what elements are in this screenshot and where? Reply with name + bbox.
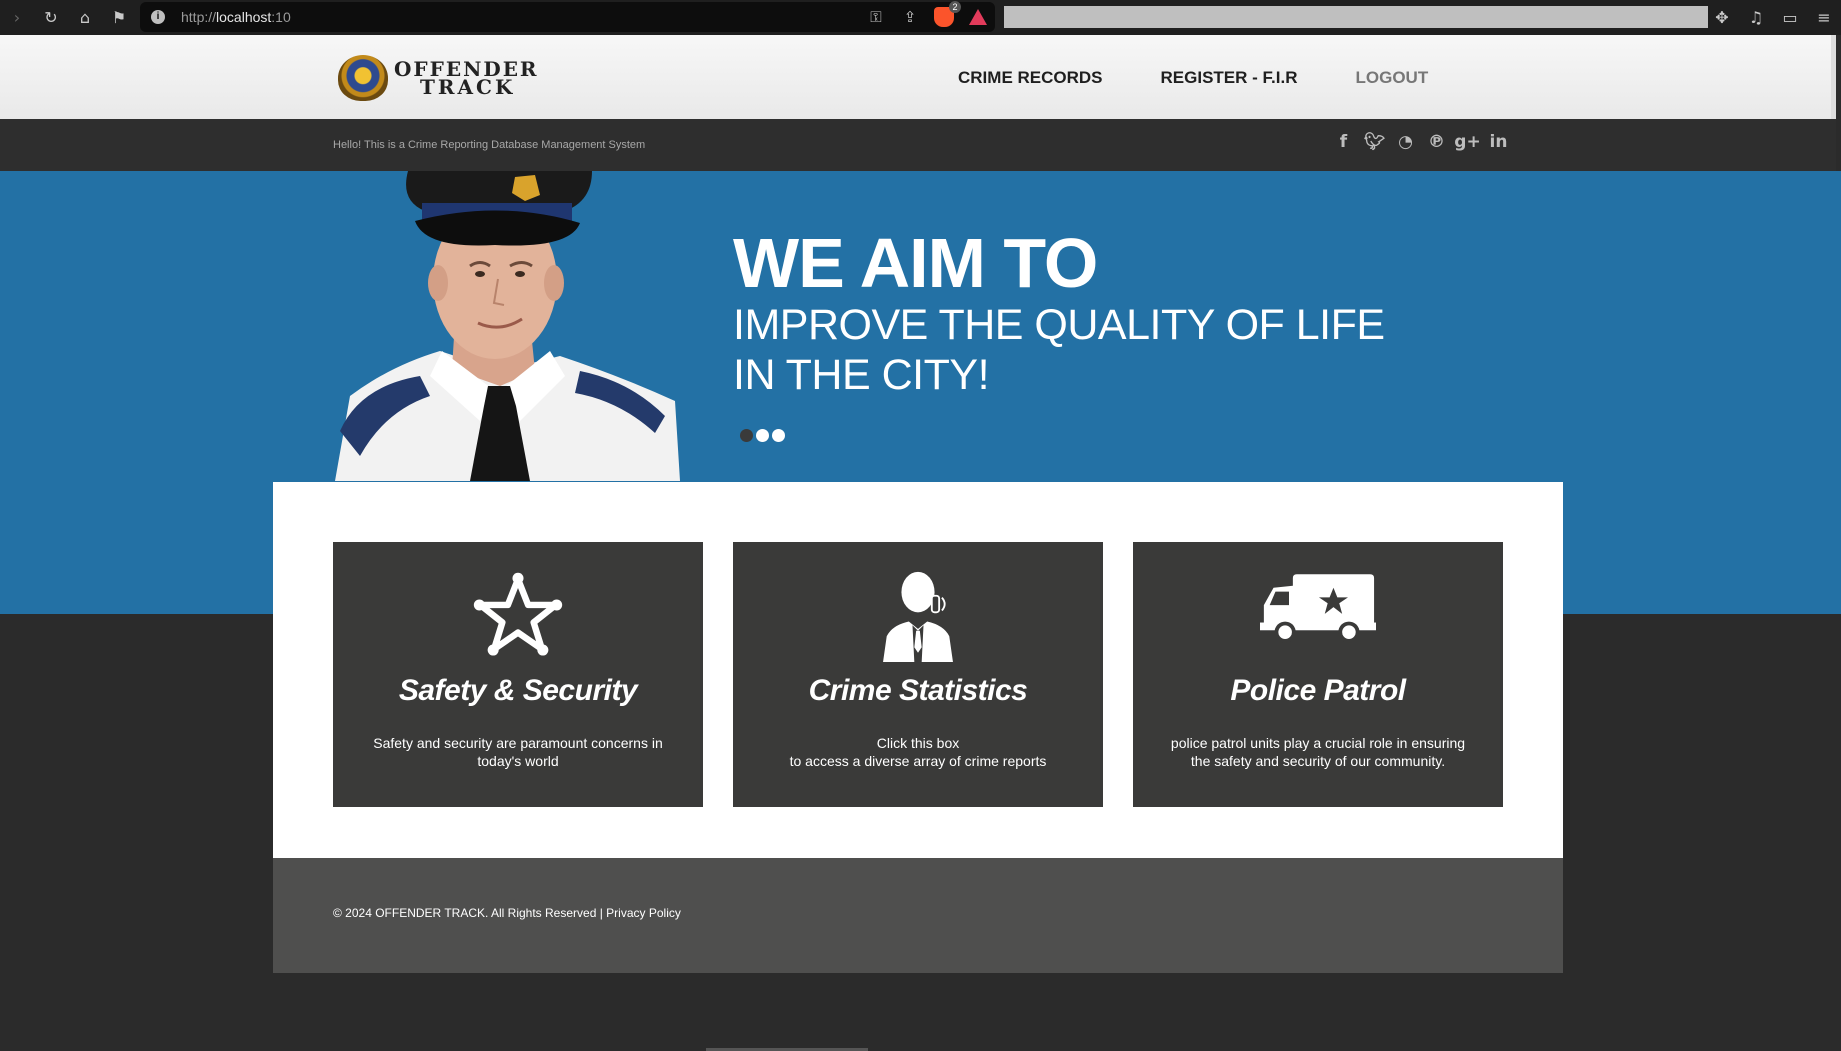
menu-icon[interactable]: ≡ bbox=[1807, 8, 1841, 27]
linkedin-icon[interactable]: in bbox=[1483, 132, 1514, 152]
card-safety-security[interactable]: Safety & Security Safety and security ar… bbox=[333, 542, 703, 807]
card-text: police patrol units play a crucial role … bbox=[1170, 735, 1466, 769]
extensions-icon[interactable]: ✥ bbox=[1705, 8, 1739, 27]
nav-register-fir[interactable]: REGISTER - F.I.R bbox=[1161, 68, 1298, 88]
browser-toolbar: › ↻ ⌂ ⚑ i http://localhost:10 ⚿ ⇪ 2 ✥ ♫ … bbox=[0, 0, 1841, 35]
nav-crime-records[interactable]: CRIME RECORDS bbox=[958, 68, 1103, 88]
pinterest-icon[interactable]: ℗ bbox=[1421, 132, 1452, 152]
detective-icon bbox=[883, 571, 953, 662]
nav-logout[interactable]: LOGOUT bbox=[1355, 68, 1428, 88]
card-text: Safety and security are paramount concer… bbox=[373, 735, 663, 769]
card-title: Crime Statistics bbox=[808, 674, 1028, 707]
brave-shields-icon[interactable]: 2 bbox=[934, 1, 961, 27]
hero-text: WE AIM TO IMPROVE THE QUALITY OF LIFE IN… bbox=[733, 226, 1385, 400]
site-header: OFFENDER TRACK CRIME RECORDS REGISTER - … bbox=[0, 35, 1836, 119]
copyright-text: © 2024 OFFENDER TRACK. All Rights Reserv… bbox=[333, 906, 603, 920]
hero-subtitle-line1: IMPROVE THE QUALITY OF LIFE bbox=[733, 301, 1385, 349]
card-crime-statistics[interactable]: Crime Statistics Click this box to acces… bbox=[733, 542, 1103, 807]
sheriff-star-icon bbox=[473, 572, 563, 656]
police-officer-image bbox=[335, 171, 680, 481]
twitter-icon[interactable]: 🐦︎ bbox=[1359, 132, 1390, 152]
hero-subtitle-line2: IN THE CITY! bbox=[733, 351, 990, 399]
info-bar: Hello! This is a Crime Reporting Databas… bbox=[0, 119, 1836, 171]
share-icon[interactable]: ⇪ bbox=[893, 8, 927, 26]
features-section: Safety & Security Safety and security ar… bbox=[273, 482, 1563, 858]
key-icon[interactable]: ⚿ bbox=[859, 8, 893, 26]
google-plus-icon[interactable]: g+ bbox=[1452, 132, 1483, 152]
card-police-patrol[interactable]: Police Patrol police patrol units play a… bbox=[1133, 542, 1503, 807]
privacy-policy-link[interactable]: Privacy Policy bbox=[606, 906, 681, 920]
slider-dot[interactable] bbox=[772, 429, 785, 442]
media-icon[interactable]: ♫ bbox=[1739, 8, 1773, 27]
social-links: f 🐦︎ ◔ ℗ g+ in bbox=[1328, 132, 1514, 152]
police-van-icon bbox=[1260, 574, 1376, 643]
url-text: http://localhost:10 bbox=[181, 9, 291, 25]
rss-icon[interactable]: ◔ bbox=[1390, 132, 1421, 152]
slider-dot[interactable] bbox=[740, 429, 753, 442]
home-icon[interactable]: ⌂ bbox=[68, 8, 102, 27]
bookmark-icon[interactable]: ⚑ bbox=[102, 8, 136, 27]
footer-text: © 2024 OFFENDER TRACK. All Rights Reserv… bbox=[333, 906, 681, 920]
address-bar[interactable]: i http://localhost:10 ⚿ ⇪ 2 bbox=[140, 1, 995, 32]
tagline: Hello! This is a Crime Reporting Databas… bbox=[333, 139, 646, 151]
redacted-bar bbox=[1004, 6, 1708, 28]
site-info-icon[interactable]: i bbox=[151, 10, 165, 24]
police-badge-icon bbox=[338, 55, 388, 101]
wallet-icon[interactable]: ▭ bbox=[1773, 8, 1807, 27]
site-logo[interactable]: OFFENDER TRACK bbox=[338, 55, 539, 101]
slider-dot[interactable] bbox=[756, 429, 769, 442]
slider-dots bbox=[740, 429, 788, 442]
facebook-icon[interactable]: f bbox=[1328, 132, 1359, 152]
reload-icon[interactable]: ↻ bbox=[34, 8, 68, 27]
card-title: Police Patrol bbox=[1230, 674, 1406, 707]
forward-icon[interactable]: › bbox=[0, 8, 34, 27]
site-footer: © 2024 OFFENDER TRACK. All Rights Reserv… bbox=[273, 858, 1563, 973]
hero-title: WE AIM TO bbox=[733, 224, 1098, 302]
brave-rewards-icon[interactable] bbox=[969, 9, 987, 25]
card-title: Safety & Security bbox=[398, 674, 638, 707]
main-nav: CRIME RECORDS REGISTER - F.I.R LOGOUT bbox=[958, 68, 1486, 88]
card-text: Click this box to access a diverse array… bbox=[789, 735, 1047, 769]
